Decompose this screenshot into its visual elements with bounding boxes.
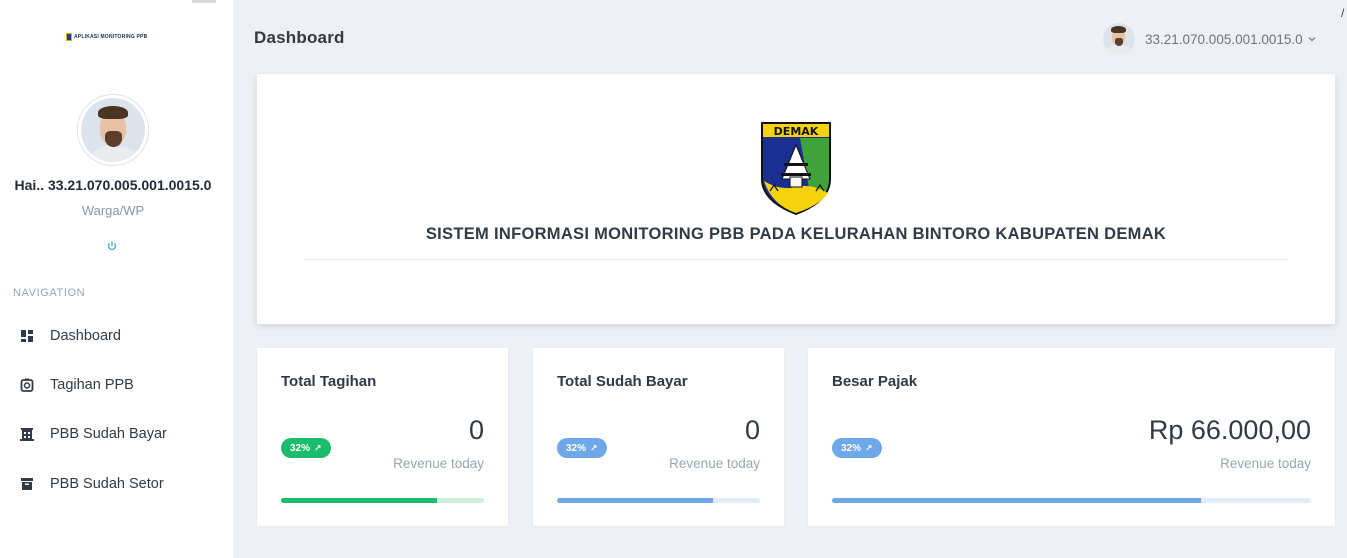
stat-subtitle: Revenue today — [1220, 456, 1311, 471]
progress-bar — [832, 498, 1311, 503]
demak-crest-logo: DEMAK — [761, 122, 831, 215]
user-id-label: 33.21.070.005.001.0015.0 — [1145, 31, 1303, 47]
stat-title: Total Tagihan — [281, 373, 377, 390]
chevron-down-icon — [1308, 34, 1316, 45]
stat-title: Total Sudah Bayar — [557, 373, 688, 390]
dashboard-icon — [20, 329, 34, 343]
stat-subtitle: Revenue today — [393, 456, 484, 471]
logo-mark-icon — [66, 33, 72, 41]
status-badge: 32% ↗ — [557, 438, 607, 458]
archive-icon — [20, 477, 34, 491]
sidebar-item-label: PBB Sudah Setor — [50, 476, 164, 492]
crest-text: DEMAK — [774, 125, 819, 138]
power-icon[interactable] — [106, 240, 118, 252]
stat-card-total-sudah-bayar: Total Sudah Bayar 0 32% ↗ Revenue today — [533, 348, 784, 526]
stat-card-besar-pajak: Besar Pajak Rp 66.000,00 32% ↗ Revenue to… — [808, 348, 1335, 526]
divider — [304, 259, 1288, 260]
slash-mark: / — [1341, 6, 1345, 20]
status-badge: 32% ↗ — [281, 438, 331, 458]
app-logo[interactable]: APLIKASI MONITORING PPB — [66, 33, 147, 41]
sidebar: APLIKASI MONITORING PPB Hai.. 33.21.070.… — [0, 0, 233, 558]
avatar — [1103, 23, 1135, 55]
stat-value: Rp 66.000,00 — [1148, 415, 1311, 445]
system-title: SISTEM INFORMASI MONITORING PBB PADA KEL… — [425, 225, 1167, 243]
nav-title: NAVIGATION — [13, 287, 86, 299]
trending-up-icon: ↗ — [314, 442, 322, 453]
sidebar-item-label: PBB Sudah Bayar — [50, 426, 167, 442]
avatar — [77, 94, 149, 166]
page-title: Dashboard — [254, 28, 345, 47]
stat-value: 0 — [744, 415, 760, 445]
stat-card-total-tagihan: Total Tagihan 0 32% ↗ Revenue today — [257, 348, 508, 526]
badge-label: 32% — [290, 442, 311, 454]
stat-title: Besar Pajak — [832, 373, 918, 390]
progress-fill — [281, 498, 438, 503]
progress-fill — [832, 498, 1201, 503]
sidebar-item-tagihan-ppb[interactable]: Tagihan PPB — [0, 365, 233, 405]
logo-text: APLIKASI MONITORING PPB — [74, 34, 148, 40]
scroll-indicator — [192, 0, 216, 3]
badge-label: 32% — [566, 442, 587, 454]
status-badge: 32% ↗ — [832, 438, 882, 458]
user-role: Warga/WP — [81, 203, 145, 218]
building-icon — [20, 427, 34, 441]
user-greeting: Hai.. 33.21.070.005.001.0015.0 — [14, 177, 212, 193]
sidebar-item-pbb-sudah-bayar[interactable]: PBB Sudah Bayar — [0, 414, 233, 454]
progress-fill — [557, 498, 714, 503]
timer-icon — [20, 378, 34, 392]
progress-bar — [557, 498, 760, 503]
stat-value: 0 — [468, 415, 484, 445]
sidebar-item-label: Tagihan PPB — [50, 377, 134, 393]
trending-up-icon: ↗ — [590, 442, 598, 453]
sidebar-item-pbb-sudah-setor[interactable]: PBB Sudah Setor — [0, 464, 233, 504]
trending-up-icon: ↗ — [865, 442, 873, 453]
stat-subtitle: Revenue today — [669, 456, 760, 471]
sidebar-item-label: Dashboard — [50, 328, 121, 344]
progress-bar — [281, 498, 484, 503]
sidebar-item-dashboard[interactable]: Dashboard — [0, 316, 233, 356]
badge-label: 32% — [841, 442, 862, 454]
user-menu[interactable]: 33.21.070.005.001.0015.0 — [1103, 23, 1316, 55]
welcome-card: DEMAK SISTEM INFORMASI MONITORING PBB PA… — [257, 74, 1335, 324]
